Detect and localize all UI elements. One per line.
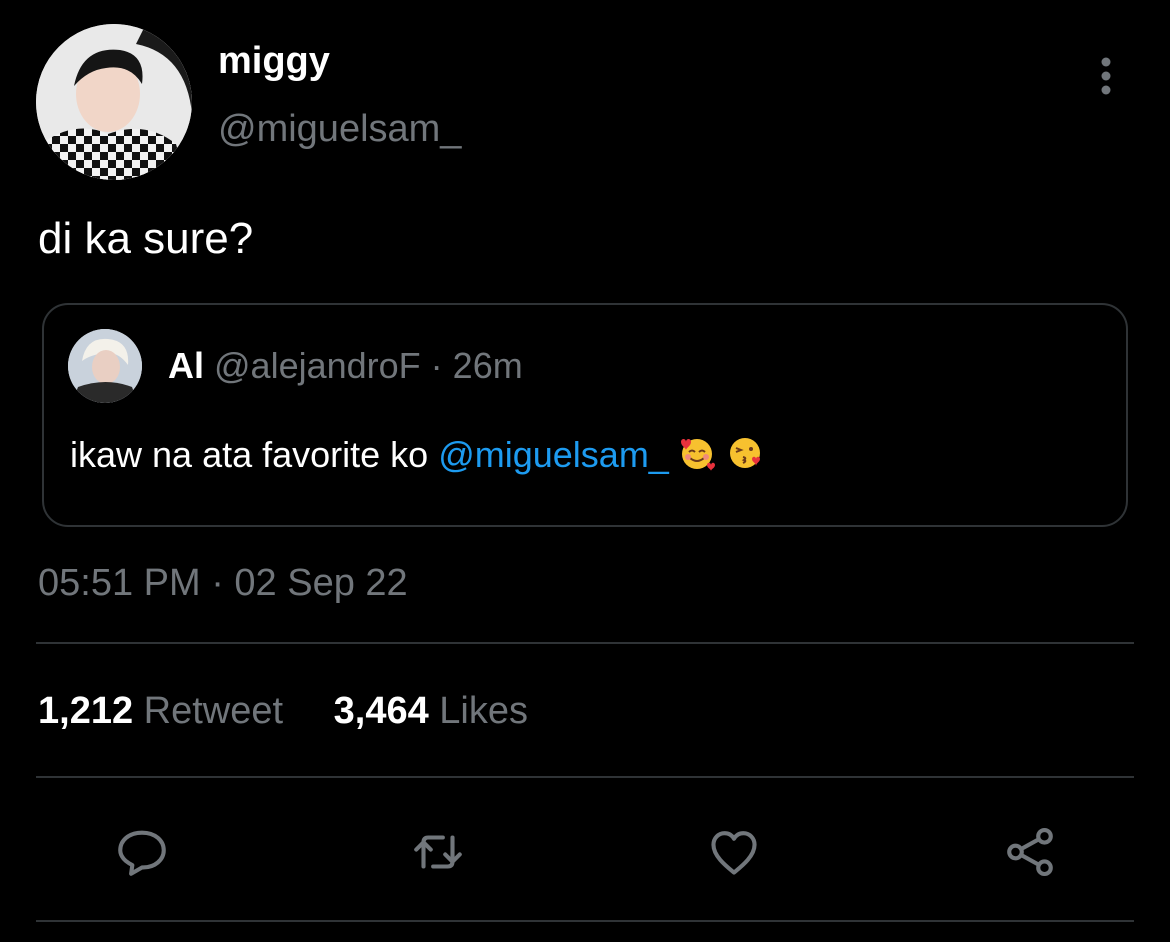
share-icon bbox=[1007, 827, 1053, 877]
retweets-label: Retweet bbox=[143, 690, 284, 732]
likes-label: Likes bbox=[439, 690, 528, 732]
author-handle[interactable]: @miguelsam_ bbox=[218, 108, 461, 151]
quoted-meta: Al @alejandroF · 26m bbox=[168, 345, 523, 387]
reply-button[interactable] bbox=[110, 820, 174, 884]
retweets-stat[interactable]: 1,212 Retweet bbox=[38, 690, 283, 732]
quoted-separator: · bbox=[420, 345, 453, 386]
quoted-author-avatar[interactable] bbox=[68, 329, 142, 403]
likes-stat[interactable]: 3,464 Likes bbox=[334, 690, 528, 732]
more-vertical-icon bbox=[1101, 57, 1111, 95]
like-button[interactable] bbox=[702, 820, 766, 884]
divider bbox=[36, 642, 1134, 644]
retweet-icon bbox=[414, 835, 462, 869]
author-display-name[interactable]: miggy bbox=[218, 40, 330, 83]
retweet-button[interactable] bbox=[406, 820, 470, 884]
quoted-author-handle[interactable]: @alejandroF bbox=[214, 345, 421, 386]
divider bbox=[36, 920, 1134, 922]
quoted-text-body: ikaw na ata favorite ko bbox=[70, 434, 439, 475]
tweet: miggy @miguelsam_ di ka sure? Al @alejan… bbox=[0, 0, 1170, 942]
tweet-text: di ka sure? bbox=[38, 214, 254, 263]
divider bbox=[36, 776, 1134, 778]
quoted-author-name[interactable]: Al bbox=[168, 345, 204, 386]
heart-icon bbox=[711, 831, 757, 875]
author-avatar[interactable] bbox=[36, 24, 192, 180]
reply-icon bbox=[118, 830, 166, 876]
quoted-time[interactable]: 26m bbox=[453, 345, 523, 386]
quoted-tweet[interactable]: Al @alejandroF · 26m ikaw na ata favorit… bbox=[42, 303, 1128, 527]
mention-link[interactable]: @miguelsam_ bbox=[438, 434, 669, 475]
tweet-timestamp[interactable]: 05:51 PM · 02 Sep 22 bbox=[38, 562, 408, 605]
quoted-text: ikaw na ata favorite ko @miguelsam_ bbox=[70, 433, 765, 482]
smiling-face-with-hearts-icon bbox=[677, 433, 717, 482]
tweet-stats: 1,212 Retweet 3,464 Likes bbox=[38, 690, 528, 733]
quoted-avatar-image bbox=[68, 329, 142, 403]
retweets-count: 1,212 bbox=[38, 690, 134, 732]
likes-count: 3,464 bbox=[333, 690, 429, 732]
face-blowing-a-kiss-icon bbox=[725, 433, 765, 482]
more-options-button[interactable] bbox=[1086, 52, 1126, 100]
share-button[interactable] bbox=[998, 820, 1062, 884]
author-avatar-image bbox=[36, 24, 192, 180]
